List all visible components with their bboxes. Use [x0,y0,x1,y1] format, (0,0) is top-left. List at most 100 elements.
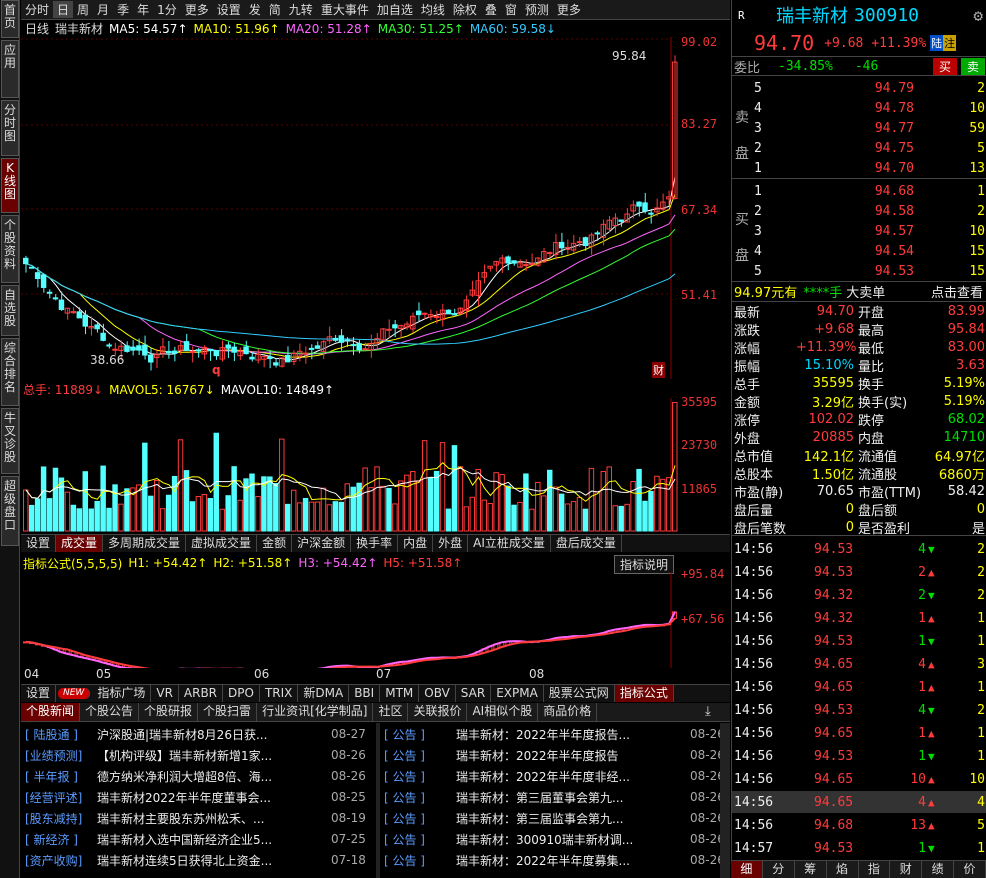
tabs2-tab-4[interactable]: ARBR [179,685,224,702]
tabs2-tab-9[interactable]: MTM [380,685,420,702]
asks-level-2[interactable]: 2 94.75 5 [732,138,986,158]
toolbar-item-19[interactable]: 更多 [553,1,585,18]
toolbar-item-5[interactable]: 年 [133,1,153,18]
toolbar-item-10[interactable]: 简 [265,1,285,18]
asks-level-3[interactable]: 3 94.77 59 [732,118,986,138]
news_left-row-3[interactable]: [经营评述] 瑞丰新材2022年半年度董事会... 08-25 [25,787,366,807]
newstabs-tab-5[interactable]: 社区 [373,703,409,721]
finance-marker[interactable]: 财 [652,362,665,378]
toolbar-item-11[interactable]: 九转 [285,1,317,18]
indicator-chart[interactable] [21,572,730,668]
news-title[interactable]: 瑞丰新材：2022年半年度募集... [456,852,686,869]
news-scrollbar[interactable] [720,723,730,878]
newstabs-tab-4[interactable]: 行业资讯[化学制品] [257,703,374,721]
gear-icon[interactable]: ⚙ [973,6,983,25]
right-tab-5[interactable]: 财 [890,861,923,878]
right-tab-1[interactable]: 分 [763,861,795,878]
bids-level-3[interactable]: 3 94.57 10 [732,221,986,241]
tabs1-tab-6[interactable]: 换手率 [351,535,399,552]
right-tab-4[interactable]: 指 [859,861,891,878]
tabs2-tab-11[interactable]: SAR [456,685,492,702]
news_right-row-4[interactable]: [ 公告 ] 瑞丰新材：第三届监事会第九... 08-26 [384,808,725,828]
sidebar-tab-8[interactable]: 超级盘口 [1,476,19,546]
toolbar-item-6[interactable]: 1分 [153,1,181,18]
news_right-row-5[interactable]: [ 公告 ] 瑞丰新材：300910瑞丰新材调... 08-26 [384,829,725,849]
volume-chart[interactable] [21,398,730,532]
tabs2-tab-8[interactable]: BBI [349,685,381,702]
newstabs-tab-2[interactable]: 个股研报 [139,703,199,721]
toolbar-item-9[interactable]: 发 [245,1,265,18]
sidebar-tab-5[interactable]: 自选股 [1,285,19,336]
tabs1-tab-2[interactable]: 多周期成交量 [103,535,187,552]
newstabs-tab-8[interactable]: 商品价格 [538,703,598,721]
tabs1-tab-4[interactable]: 金额 [257,535,293,552]
news_left-row-0[interactable]: [ 陆股通 ] 沪深股通|瑞丰新材8月26日获... 08-27 [25,724,366,744]
news-title[interactable]: 瑞丰新材：300910瑞丰新材调... [456,831,686,848]
bids-level-2[interactable]: 2 94.58 2 [732,201,986,221]
bids-level-4[interactable]: 4 94.54 15 [732,241,986,261]
toolbar-item-4[interactable]: 季 [113,1,133,18]
tabs2-tab-12[interactable]: EXPMA [491,685,544,702]
tabs1-tab-0[interactable]: 设置 [21,535,57,552]
news-title[interactable]: 瑞丰新材主要股东苏州松禾、... [97,810,327,827]
newstabs-tab-1[interactable]: 个股公告 [80,703,140,721]
toolbar-item-12[interactable]: 重大事件 [317,1,373,18]
toolbar-item-3[interactable]: 月 [93,1,113,18]
sidebar-tab-1[interactable]: 应用 [1,40,19,98]
news-title[interactable]: 瑞丰新材入选中国新经济企业5... [97,831,327,848]
news_left-row-1[interactable]: [业绩预测] 【机构评级】瑞丰新材新增1家... 08-26 [25,745,366,765]
download-icon[interactable]: ⤓ [705,704,711,719]
toolbar-item-16[interactable]: 叠 [481,1,501,18]
news-title[interactable]: 沪深股通|瑞丰新材8月26日获... [97,726,327,743]
toolbar-item-15[interactable]: 除权 [449,1,481,18]
news-title[interactable]: 瑞丰新材：第三届监事会第九... [456,810,686,827]
news-title[interactable]: 瑞丰新材：2022年半年度非经... [456,768,686,785]
toolbar-item-8[interactable]: 设置 [213,1,245,18]
tabs2-tab-7[interactable]: 新DMA [298,685,350,702]
news-title[interactable]: 德方纳米净利润大增超8倍、海... [97,768,327,785]
toolbar-item-17[interactable]: 窗 [501,1,521,18]
tabs2-tab-5[interactable]: DPO [223,685,260,702]
tabs1-tab-5[interactable]: 沪深金额 [292,535,352,552]
tabs2-tab-10[interactable]: OBV [419,685,456,702]
asks-level-4[interactable]: 4 94.78 10 [732,98,986,118]
right-tab-6[interactable]: 绩 [922,861,955,878]
news_right-row-2[interactable]: [ 公告 ] 瑞丰新材：2022年半年度非经... 08-26 [384,766,725,786]
news-title[interactable]: 瑞丰新材：2022年半年度报告 [456,747,686,764]
tabs2-tab-1[interactable]: NEW [58,688,91,699]
asks-level-5[interactable]: 5 94.79 2 [732,78,986,98]
tabs1-tab-9[interactable]: AI立桩成交量 [468,535,551,552]
news-title[interactable]: 【机构评级】瑞丰新材新增1家... [97,747,327,764]
news_left-row-4[interactable]: [股东减持] 瑞丰新材主要股东苏州松禾、... 08-19 [25,808,366,828]
bigorder-link[interactable]: 点击查看 [931,282,983,301]
sidebar-tab-2[interactable]: 分时图 [1,100,19,156]
tabs2-tab-14[interactable]: 指标公式 [614,685,674,702]
asks-level-1[interactable]: 1 94.70 13 [732,158,986,178]
news_right-row-0[interactable]: [ 公告 ] 瑞丰新材：2022年半年度报告... 08-26 [384,724,725,744]
news_right-row-6[interactable]: [ 公告 ] 瑞丰新材：2022年半年度募集... 08-26 [384,850,725,870]
newstabs-tab-6[interactable]: 关联报价 [408,703,468,721]
newstabs-tab-7[interactable]: AI相似个股 [467,703,539,721]
news-title[interactable]: 瑞丰新材2022年半年度董事会... [97,789,327,806]
sidebar-tab-6[interactable]: 综合排名 [1,338,19,406]
newstabs-tab-0[interactable]: 个股新闻 [21,703,81,721]
toolbar-item-0[interactable]: 分时 [21,1,53,18]
toolbar-item-18[interactable]: 预测 [521,1,553,18]
toolbar-item-2[interactable]: 周 [73,1,93,18]
toolbar-item-13[interactable]: 加自选 [373,1,417,18]
sidebar-tab-7[interactable]: 牛叉诊股 [1,408,19,474]
news_right-row-1[interactable]: [ 公告 ] 瑞丰新材：2022年半年度报告 08-26 [384,745,725,765]
tabs2-tab-3[interactable]: VR [151,685,179,702]
tabs1-tab-7[interactable]: 内盘 [398,535,434,552]
news_left-row-2[interactable]: [ 半年报 ] 德方纳米净利润大增超8倍、海... 08-26 [25,766,366,786]
news_right-row-3[interactable]: [ 公告 ] 瑞丰新材：第三届董事会第九... 08-26 [384,787,725,807]
toolbar-item-14[interactable]: 均线 [417,1,449,18]
right-tab-7[interactable]: 价 [954,861,986,878]
tabs2-tab-2[interactable]: 指标广场 [92,685,152,702]
tabs2-tab-13[interactable]: 股票公式网 [544,685,615,702]
tabs1-tab-3[interactable]: 虚拟成交量 [186,535,258,552]
news-title[interactable]: 瑞丰新材：2022年半年度报告... [456,726,686,743]
sell-button[interactable]: 卖 [960,57,985,75]
buy-button[interactable]: 买 [932,57,957,75]
toolbar-item-7[interactable]: 更多 [181,1,213,18]
